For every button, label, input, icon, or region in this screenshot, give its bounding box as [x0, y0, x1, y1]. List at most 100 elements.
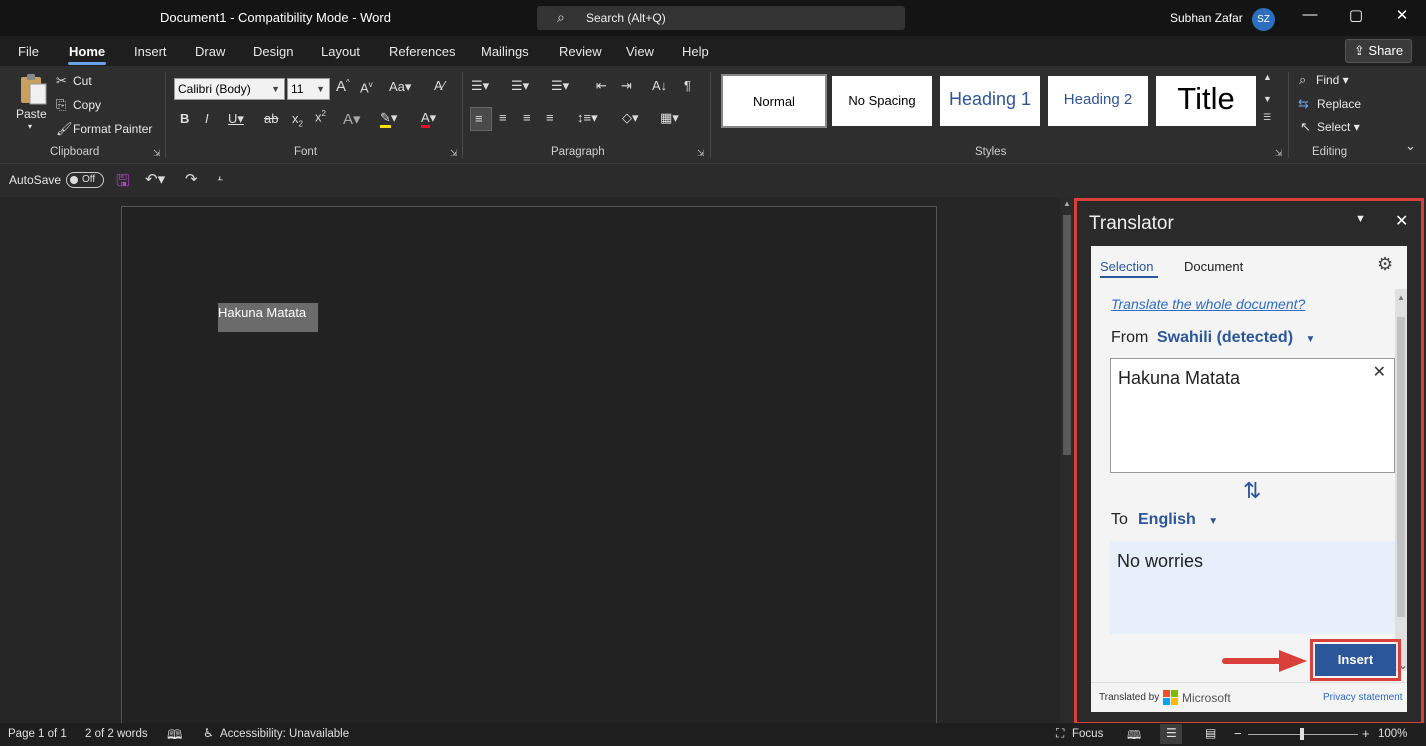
proofing-book-icon[interactable]: 🕮 — [167, 726, 182, 746]
document-page[interactable]: Hakuna Matata — [121, 206, 937, 736]
avatar[interactable]: SZ — [1252, 8, 1275, 31]
tab-help[interactable]: Help — [682, 44, 709, 59]
swap-languages-icon[interactable]: ⇅ — [1243, 478, 1261, 504]
bold-icon[interactable]: B — [180, 111, 189, 126]
paste-icon[interactable] — [18, 72, 48, 106]
format-painter-button[interactable]: Format Painter — [73, 122, 152, 136]
borders-icon[interactable]: ▦▾ — [660, 110, 679, 126]
italic-icon[interactable]: I — [205, 111, 209, 126]
clear-text-icon[interactable]: ✕ — [1373, 362, 1386, 382]
close-pane-icon[interactable]: ✕ — [1395, 211, 1408, 231]
tab-insert[interactable]: Insert — [134, 44, 167, 59]
accessibility-status[interactable]: Accessibility: Unavailable — [220, 728, 349, 740]
search-box[interactable]: ⌕ Search (Alt+Q) — [537, 6, 905, 30]
zoom-level[interactable]: 100% — [1378, 728, 1407, 740]
style-heading-1[interactable]: Heading 1 — [940, 76, 1040, 126]
find-button[interactable]: Find ▾ — [1316, 73, 1349, 87]
focus-button[interactable]: Focus — [1072, 728, 1103, 740]
tab-home[interactable]: Home — [69, 44, 105, 59]
clear-formatting-icon[interactable]: A∕ — [434, 78, 445, 93]
customize-qat-icon[interactable]: ⫠ — [217, 172, 223, 183]
clipboard-launcher-icon[interactable]: ⇲ — [153, 148, 161, 159]
align-left-button[interactable]: ≡ — [470, 107, 492, 131]
copy-button[interactable]: Copy — [73, 98, 101, 112]
scroll-up-icon[interactable]: ▲ — [1397, 293, 1405, 302]
shrink-font-icon[interactable]: Av — [360, 80, 373, 95]
strikethrough-icon[interactable]: ab — [264, 111, 278, 126]
paste-dropdown-icon[interactable]: ▾ — [28, 122, 32, 131]
styles-launcher-icon[interactable]: ⇲ — [1275, 148, 1283, 159]
select-button[interactable]: Select ▾ — [1317, 120, 1360, 134]
gear-icon[interactable]: ⚙ — [1377, 254, 1393, 275]
word-count[interactable]: 2 of 2 words — [85, 728, 148, 740]
style-normal[interactable]: Normal — [721, 74, 827, 128]
text-effects-icon[interactable]: A▾ — [343, 110, 361, 128]
font-size-select[interactable]: 11 ▼ — [287, 78, 330, 100]
tab-references[interactable]: References — [389, 44, 455, 59]
redo-icon[interactable]: ↷ — [185, 170, 198, 188]
style-title[interactable]: Title — [1156, 76, 1256, 126]
styles-scroll-up-icon[interactable]: ▲ — [1263, 72, 1272, 82]
bullets-icon[interactable]: ☰▾ — [471, 78, 489, 94]
read-mode-icon[interactable]: 🕮 — [1127, 726, 1141, 746]
translate-whole-document-link[interactable]: Translate the whole document? — [1111, 296, 1305, 312]
underline-icon[interactable]: U▾ — [228, 111, 244, 127]
autosave-toggle[interactable]: Off — [66, 172, 104, 188]
zoom-slider-thumb[interactable] — [1300, 728, 1304, 740]
multilevel-list-icon[interactable]: ☰▾ — [551, 78, 569, 94]
sort-icon[interactable]: A↓ — [652, 78, 667, 93]
shading-icon[interactable]: ◇▾ — [622, 110, 639, 126]
zoom-out-icon[interactable]: − — [1234, 726, 1242, 741]
style-no-spacing[interactable]: No Spacing — [832, 76, 932, 126]
line-spacing-icon[interactable]: ↕≡▾ — [577, 110, 598, 126]
share-button[interactable]: ⇪ Share — [1345, 39, 1412, 63]
close-window-button[interactable]: ✕ — [1388, 6, 1416, 28]
justify-icon[interactable]: ≡ — [546, 110, 554, 125]
selected-text[interactable]: Hakuna Matata — [218, 303, 318, 332]
maximize-button[interactable]: ▢ — [1342, 6, 1370, 28]
decrease-indent-icon[interactable]: ⇤ — [596, 78, 607, 94]
tab-view[interactable]: View — [626, 44, 654, 59]
focus-icon[interactable]: ⛶ — [1056, 726, 1064, 741]
font-launcher-icon[interactable]: ⇲ — [450, 148, 458, 159]
tab-file[interactable]: File — [18, 44, 39, 59]
styles-more-icon[interactable]: ☰ — [1263, 112, 1271, 123]
tab-review[interactable]: Review — [559, 44, 602, 59]
web-layout-icon[interactable]: ▤ — [1205, 726, 1216, 740]
collapse-ribbon-icon[interactable]: ⌄ — [1405, 138, 1416, 154]
user-name[interactable]: Subhan Zafar — [1170, 11, 1243, 25]
align-right-icon[interactable]: ≡ — [523, 110, 531, 125]
paste-button[interactable]: Paste — [16, 107, 47, 121]
insert-button[interactable]: Insert — [1310, 639, 1401, 681]
superscript-icon[interactable]: x2 — [315, 109, 326, 124]
replace-button[interactable]: Replace — [1317, 97, 1361, 111]
font-color-icon[interactable]: A▾ — [421, 110, 436, 128]
styles-scroll-down-icon[interactable]: ▼ — [1263, 94, 1272, 104]
scroll-down-icon[interactable]: ⌄ — [1398, 658, 1408, 672]
pane-scroll-thumb[interactable] — [1397, 317, 1405, 617]
subscript-icon[interactable]: x2 — [292, 111, 303, 129]
align-center-icon[interactable]: ≡ — [499, 110, 507, 125]
numbering-icon[interactable]: ☰▾ — [511, 78, 529, 94]
document-scrollbar[interactable]: ▲ — [1060, 197, 1074, 723]
tab-draw[interactable]: Draw — [195, 44, 225, 59]
zoom-in-icon[interactable]: + — [1362, 726, 1370, 741]
tab-selection[interactable]: Selection — [1100, 259, 1153, 274]
accessibility-icon[interactable]: ♿ — [203, 726, 214, 740]
paragraph-launcher-icon[interactable]: ⇲ — [697, 148, 705, 159]
highlight-color-icon[interactable]: ✎▾ — [380, 110, 397, 128]
tab-mailings[interactable]: Mailings — [481, 44, 529, 59]
print-layout-button[interactable]: ☰ — [1160, 724, 1182, 744]
scroll-thumb[interactable] — [1063, 215, 1071, 455]
pane-scrollbar[interactable]: ▲ — [1395, 289, 1407, 671]
tab-design[interactable]: Design — [253, 44, 293, 59]
pilcrow-icon[interactable]: ¶ — [684, 78, 691, 93]
save-icon[interactable]: 🖫 — [116, 170, 130, 197]
page-count[interactable]: Page 1 of 1 — [8, 728, 67, 740]
privacy-statement-link[interactable]: Privacy statement — [1323, 692, 1402, 703]
grow-font-icon[interactable]: A^ — [336, 78, 350, 95]
from-language-select[interactable]: Swahili (detected) ▼ — [1157, 329, 1315, 347]
font-name-select[interactable]: Calibri (Body) ▼ — [174, 78, 285, 100]
to-language-select[interactable]: English ▼ — [1138, 511, 1218, 529]
scroll-up-icon[interactable]: ▲ — [1063, 199, 1071, 208]
